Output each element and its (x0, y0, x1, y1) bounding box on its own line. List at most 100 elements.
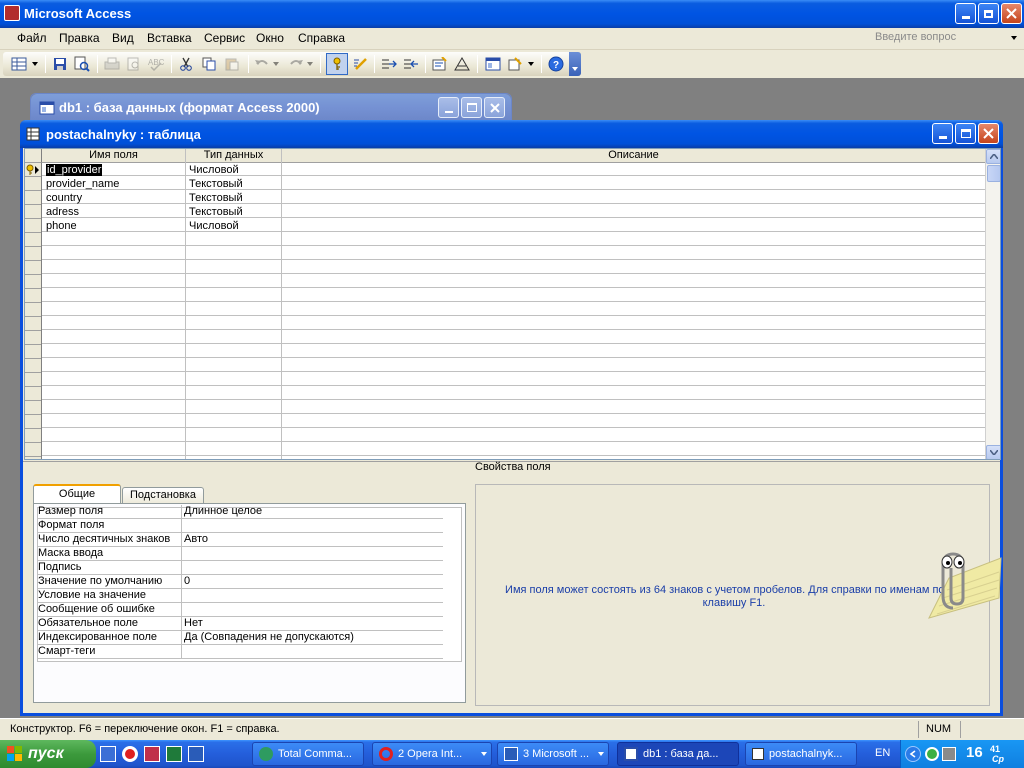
col-header-name[interactable]: Имя поля (42, 149, 185, 163)
app-title-bar[interactable]: Microsoft Access (0, 0, 1024, 28)
quick-launch-word-icon[interactable] (188, 746, 204, 762)
office-assistant-clippy[interactable] (909, 538, 1003, 628)
prop-value[interactable] (181, 519, 443, 533)
language-indicator[interactable]: EN (875, 747, 890, 759)
database-window-icon[interactable] (484, 55, 502, 73)
start-button[interactable]: пуск (0, 740, 96, 768)
undo-icon[interactable] (253, 55, 271, 73)
cut-icon[interactable] (177, 55, 195, 73)
prop-row[interactable]: Подпись (37, 561, 443, 575)
prop-value[interactable] (181, 589, 443, 603)
table-close-button[interactable] (978, 123, 999, 144)
field-name-selected[interactable]: id_provider (46, 164, 103, 176)
delete-rows-icon[interactable] (402, 55, 420, 73)
tab-general[interactable]: Общие (33, 484, 121, 504)
task-microsoft-word[interactable]: 3 Microsoft ... (497, 742, 609, 766)
tray-green-icon[interactable] (925, 747, 939, 761)
clock[interactable]: 16 41 Ср (966, 744, 1004, 764)
new-object-dropdown-icon[interactable] (526, 55, 536, 73)
col-header-desc[interactable]: Описание (282, 149, 985, 163)
db-minimize-button[interactable] (438, 97, 459, 118)
quick-launch-excel-icon[interactable] (166, 746, 182, 762)
close-button[interactable] (1001, 3, 1022, 24)
data-type-cell[interactable]: Текстовый (186, 191, 243, 205)
redo-dropdown-icon[interactable] (306, 55, 314, 73)
paste-icon[interactable] (223, 55, 241, 73)
scroll-down-button[interactable] (986, 445, 1000, 459)
prop-row[interactable]: Обязательное поле Нет (37, 617, 443, 631)
spelling-icon[interactable]: ABC (147, 55, 165, 73)
menu-tools[interactable]: Сервис (204, 31, 245, 45)
help-icon[interactable]: ? (547, 55, 565, 73)
build-icon[interactable] (352, 55, 370, 73)
field-name-cell[interactable]: country (43, 191, 82, 205)
menu-edit[interactable]: Правка (59, 31, 100, 45)
quick-launch-save-icon[interactable] (144, 746, 160, 762)
data-type-cell[interactable]: Текстовый (186, 177, 243, 191)
restore-button[interactable] (978, 3, 999, 24)
primary-key-icon[interactable] (326, 53, 348, 75)
scroll-up-button[interactable] (986, 149, 1000, 164)
scroll-thumb[interactable] (987, 165, 1000, 182)
properties-icon[interactable] (431, 55, 449, 73)
prop-row[interactable]: Размер поля Длинное целое (37, 505, 443, 519)
new-object-icon[interactable] (506, 55, 524, 73)
tray-network-icon[interactable] (942, 747, 956, 761)
prop-value[interactable] (181, 561, 443, 575)
quick-launch-desktop-icon[interactable] (100, 746, 116, 762)
prop-value[interactable]: Длинное целое (181, 505, 443, 519)
task-opera[interactable]: 2 Opera Int... (372, 742, 492, 766)
prop-value[interactable] (181, 645, 443, 659)
redo-icon[interactable] (287, 55, 305, 73)
table-minimize-button[interactable] (932, 123, 953, 144)
data-type-cell[interactable]: Числовой (186, 219, 239, 233)
menu-window[interactable]: Окно (256, 31, 284, 45)
prop-row[interactable]: Условие на значение (37, 589, 443, 603)
db-window-title-bar[interactable]: db1 : база данных (формат Access 2000) (31, 94, 511, 122)
prop-row[interactable]: Число десятичных знаков Авто (37, 533, 443, 547)
prop-value[interactable]: Авто (181, 533, 443, 547)
prop-row[interactable]: Значение по умолчанию 0 (37, 575, 443, 589)
field-name-cell[interactable]: adress (43, 205, 79, 219)
field-name-cell[interactable]: id_provider (43, 163, 103, 177)
table-window-title-bar[interactable]: postachalnyky : таблица (20, 120, 1003, 148)
task-postachalnyky[interactable]: postachalnyk... (745, 742, 857, 766)
undo-dropdown-icon[interactable] (272, 55, 280, 73)
prop-value[interactable]: 0 (181, 575, 443, 589)
quick-launch-opera-icon[interactable] (122, 746, 138, 762)
prop-row[interactable]: Сообщение об ошибке (37, 603, 443, 617)
col-header-type[interactable]: Тип данных (186, 149, 281, 163)
task-db1[interactable]: db1 : база да... (617, 742, 739, 766)
view-dropdown-icon[interactable] (30, 55, 40, 73)
toolbar-options-icon[interactable] (569, 52, 581, 76)
tray-expand-icon[interactable] (905, 746, 921, 762)
table-maximize-button[interactable] (955, 123, 976, 144)
prop-value[interactable]: Да (Совпадения не допускаются) (181, 631, 443, 645)
prop-row[interactable]: Индексированное поле Да (Совпадения не до… (37, 631, 443, 645)
prop-row[interactable]: Смарт-теги (37, 645, 443, 659)
db-maximize-button[interactable] (461, 97, 482, 118)
task-total-commander[interactable]: Total Comma... (252, 742, 364, 766)
grid-vscrollbar[interactable] (985, 149, 1000, 459)
prop-row[interactable]: Маска ввода (37, 547, 443, 561)
data-type-cell[interactable]: Числовой (186, 163, 239, 177)
data-type-cell[interactable]: Текстовый (186, 205, 243, 219)
access-key-icon[interactable] (4, 5, 20, 21)
prop-value[interactable] (181, 547, 443, 561)
copy-icon[interactable] (200, 55, 218, 73)
tab-lookup[interactable]: Подстановка (122, 487, 204, 504)
view-icon[interactable] (10, 55, 28, 73)
field-name-cell[interactable]: provider_name (43, 177, 119, 191)
menu-file[interactable]: Файл (17, 31, 47, 45)
field-name-cell[interactable]: phone (43, 219, 77, 233)
menu-insert[interactable]: Вставка (147, 31, 192, 45)
insert-rows-icon[interactable] (380, 55, 398, 73)
print-icon[interactable] (103, 55, 121, 73)
indexes-icon[interactable] (453, 55, 471, 73)
row-selector-key[interactable] (26, 164, 41, 176)
prop-value[interactable]: Нет (181, 617, 443, 631)
help-question-box[interactable]: Введите вопрос (873, 30, 1021, 47)
db-close-button[interactable] (484, 97, 505, 118)
prop-row[interactable]: Формат поля (37, 519, 443, 533)
menu-view[interactable]: Вид (112, 31, 134, 45)
